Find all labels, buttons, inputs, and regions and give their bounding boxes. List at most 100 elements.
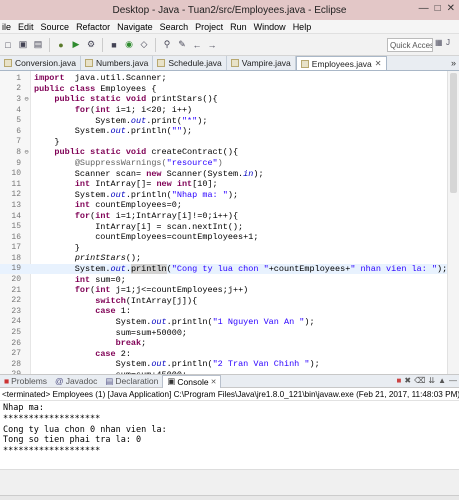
run-icon[interactable]: ▶ (70, 39, 82, 51)
menu-run[interactable]: Run (230, 22, 247, 32)
code-line[interactable]: 3 ⊖ public static void printStars(){ (0, 94, 447, 105)
minimize-view-icon[interactable]: — (449, 376, 457, 385)
new-class-icon[interactable]: ◉ (123, 39, 135, 51)
search-icon[interactable]: ⚲ (161, 39, 173, 51)
menu-source[interactable]: Source (41, 22, 70, 32)
code-line[interactable]: 25 sum=sum+50000; (0, 327, 447, 338)
fold-toggle-icon[interactable]: ⊖ (22, 95, 31, 104)
annotation-icon[interactable]: ✎ (176, 39, 188, 51)
tab-declaration[interactable]: ▤ Declaration (101, 375, 162, 388)
code-line[interactable]: 27 case 2: (0, 348, 447, 359)
open-perspective-icon[interactable]: ▦ (435, 38, 444, 50)
code-token: public static void (54, 147, 147, 158)
tab-vampire[interactable]: Vampire.java (227, 56, 296, 70)
code-line[interactable]: 26 break; (0, 338, 447, 349)
code-line[interactable]: 16 countEmployees=countEmployees+1; (0, 232, 447, 243)
line-number: 7 (16, 137, 21, 147)
code-line[interactable]: 8 ⊖ public static void createContract(){ (0, 147, 447, 158)
save-icon[interactable]: ▣ (17, 39, 29, 51)
code-token: sum=sum+50000; (34, 327, 188, 338)
console-horizontal-scrollbar[interactable] (0, 469, 459, 479)
scrollbar-thumb[interactable] (450, 73, 457, 193)
line-number: 26 (11, 338, 21, 348)
menu-project[interactable]: Project (195, 22, 223, 32)
more-tabs-icon[interactable]: » (451, 58, 456, 68)
tab-javadoc[interactable]: @ Javadoc (51, 375, 101, 388)
tab-schedule[interactable]: Schedule.java (153, 56, 227, 70)
code-line[interactable]: 7 } (0, 137, 447, 148)
code-token: countEmployees=countEmployees+1; (34, 232, 259, 243)
code-editor[interactable]: 1 import java.util.Scanner; 2 public class … (0, 71, 459, 374)
debug-icon[interactable]: ● (55, 39, 67, 51)
code-line[interactable]: 2 public class Employees { (0, 84, 447, 95)
code-line[interactable]: 17 } (0, 243, 447, 254)
pin-console-icon[interactable]: ▲ (438, 376, 446, 385)
code-text: public class Employees { (31, 84, 156, 94)
menu-window[interactable]: Window (254, 22, 286, 32)
code-line[interactable]: 18 printStars(); (0, 253, 447, 264)
back-icon[interactable]: ← (191, 39, 203, 51)
quick-access-input[interactable]: Quick Access (387, 38, 433, 52)
java-perspective-icon[interactable]: J (446, 38, 455, 50)
code-line[interactable]: 19 System.out.println("Cong ty lua chon … (0, 263, 447, 275)
menu-edit[interactable]: Edit (18, 22, 34, 32)
menu-navigate[interactable]: Navigate (117, 22, 153, 32)
clear-console-icon[interactable]: ⌫ (414, 376, 425, 385)
code-token: sum=0; (90, 274, 126, 285)
maximize-icon[interactable]: □ (435, 3, 441, 14)
code-line[interactable]: 5 System.out.print("*"); (0, 115, 447, 126)
code-line[interactable]: 20 int sum=0; (0, 274, 447, 285)
code-line[interactable]: 24 System.out.println("1 Nguyen Van An "… (0, 317, 447, 328)
code-token: int (95, 285, 111, 296)
menu-help[interactable]: Help (293, 22, 312, 32)
code-line[interactable]: 1 import java.util.Scanner; (0, 73, 447, 84)
code-line[interactable]: 6 System.out.println(""); (0, 126, 447, 137)
line-number: 18 (11, 253, 21, 263)
terminate-icon[interactable]: ■ (397, 376, 402, 385)
code-token: +countEmployees+ (268, 263, 351, 274)
close-icon[interactable]: ✕ (447, 3, 455, 14)
remove-launch-icon[interactable]: ✖ (404, 376, 411, 385)
minimize-icon[interactable]: — (419, 3, 429, 14)
code-line[interactable]: 10 Scanner scan= new Scanner(System.in); (0, 168, 447, 179)
code-line[interactable]: 4 for(int i=1; i<20; i++) (0, 105, 447, 116)
open-type-icon[interactable]: ◇ (138, 39, 150, 51)
console-output[interactable]: Nhap ma: ******************* Cong ty lua… (0, 401, 459, 469)
menu-refactor[interactable]: Refactor (76, 22, 110, 32)
code-line[interactable]: 15 IntArray[i] = scan.nextInt(); (0, 221, 447, 232)
close-tab-icon[interactable]: ✕ (375, 59, 382, 68)
code-token: (IntArray[j]){ (125, 295, 198, 306)
forward-icon[interactable]: → (206, 39, 218, 51)
code-line[interactable]: 28 System.out.println("2 Tran Van Chinh … (0, 359, 447, 370)
code-text: System.out.println(""); (31, 126, 192, 136)
code-line[interactable]: 9 @SuppressWarnings("resource") (0, 158, 447, 169)
save-all-icon[interactable]: ▤ (32, 39, 44, 51)
tab-problems[interactable]: ■ Problems (0, 375, 51, 388)
close-view-icon[interactable]: ✕ (211, 378, 217, 386)
code-token: ); (181, 126, 193, 137)
code-line[interactable]: 11 int IntArray[]= new int[10]; (0, 179, 447, 190)
code-line[interactable]: 12 System.out.println("Nhap ma: "); (0, 190, 447, 201)
code-line[interactable]: 14 for(int i=1;IntArray[i]!=0;i++){ (0, 211, 447, 222)
external-tools-icon[interactable]: ⚙ (85, 39, 97, 51)
tab-console[interactable]: ▣ Console ✕ (162, 374, 222, 388)
tab-conversion[interactable]: Conversion.java (0, 56, 81, 70)
new-package-icon[interactable]: ■ (108, 39, 120, 51)
menu-file[interactable]: ile (2, 22, 11, 32)
code-line[interactable]: 13 int countEmployees=0; (0, 200, 447, 211)
new-icon[interactable]: □ (2, 39, 14, 51)
tab-numbers[interactable]: Numbers.java (81, 56, 154, 70)
line-number: 10 (11, 169, 21, 179)
declaration-icon: ▤ (105, 375, 114, 386)
code-text: System.out.println("Nhap ma: "); (31, 190, 238, 200)
code-line[interactable]: 22 switch(IntArray[j]){ (0, 295, 447, 306)
scroll-lock-icon[interactable]: ⇊ (428, 376, 435, 385)
editor-scrollbar[interactable] (447, 71, 459, 374)
code-line[interactable]: 23 case 1: (0, 306, 447, 317)
code-lines: 1 import java.util.Scanner; 2 public class … (0, 73, 447, 374)
fold-toggle-icon[interactable]: ⊖ (22, 148, 31, 157)
menu-search[interactable]: Search (160, 22, 189, 32)
tab-label: Console (177, 376, 209, 387)
tab-employees[interactable]: Employees.java ✕ (295, 56, 387, 70)
code-line[interactable]: 21 for(int j=1;j<=countEmployees;j++) (0, 285, 447, 296)
